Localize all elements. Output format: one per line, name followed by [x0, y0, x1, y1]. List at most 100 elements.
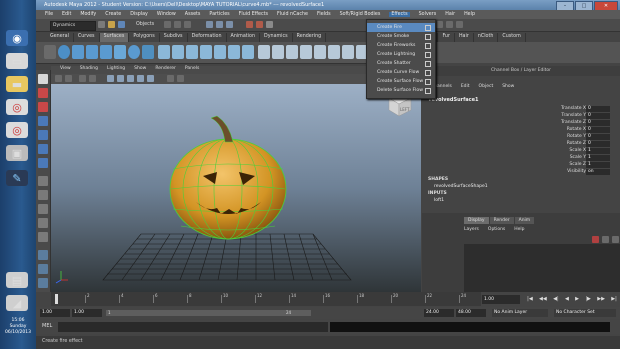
- option-box-icon[interactable]: [425, 61, 431, 67]
- option-box-icon[interactable]: [425, 34, 431, 40]
- network-icon[interactable]: ▤: [6, 272, 28, 288]
- menu-modify[interactable]: Modify: [80, 12, 96, 17]
- command-input[interactable]: [58, 322, 328, 332]
- viewport-menu-show[interactable]: Show: [134, 66, 146, 74]
- attr-rotate-x[interactable]: Rotate X0: [522, 127, 612, 134]
- time-slider[interactable]: 2 4 6 8 10 12 14 16 18 20 22 24: [51, 292, 481, 306]
- select-object-icon[interactable]: [174, 21, 181, 28]
- attr-rotate-z[interactable]: Rotate Z0: [522, 141, 612, 148]
- menu-edit[interactable]: Edit: [62, 12, 71, 17]
- layer-menu-layers[interactable]: Layers: [464, 227, 479, 232]
- planar-icon[interactable]: [186, 45, 198, 59]
- loft-icon[interactable]: [172, 45, 184, 59]
- shelf-tab-hair[interactable]: Hair: [455, 33, 474, 42]
- input-name[interactable]: loft1: [434, 198, 444, 203]
- current-time-marker[interactable]: [55, 294, 58, 304]
- intersect-icon[interactable]: [300, 45, 312, 59]
- command-language-label[interactable]: MEL: [42, 323, 52, 329]
- option-box-icon[interactable]: [425, 88, 431, 94]
- option-box-icon[interactable]: [425, 52, 431, 58]
- perspective-viewport[interactable]: LEFT: [51, 84, 421, 292]
- chrome-icon[interactable]: ◎: [6, 99, 28, 115]
- menu-item-create-fire[interactable]: Create Fire: [367, 23, 435, 32]
- layer-tab-display[interactable]: Display: [464, 217, 489, 224]
- playback-start-field[interactable]: 1.00: [72, 309, 102, 317]
- shelf-tab-rendering[interactable]: Rendering: [293, 33, 327, 42]
- menu-item-create-surface-flow[interactable]: Create Surface Flow: [367, 77, 435, 86]
- detach-surface-icon[interactable]: [342, 45, 354, 59]
- square-icon[interactable]: [242, 45, 254, 59]
- tool-settings-icon[interactable]: [446, 21, 453, 28]
- shelf-tab-dynamics[interactable]: Dynamics: [260, 33, 293, 42]
- rotate-tool-icon[interactable]: [38, 130, 48, 140]
- menu-particles[interactable]: Particles: [209, 12, 229, 17]
- project-curve-icon[interactable]: [314, 45, 326, 59]
- menu-item-delete-surface-flow[interactable]: Delete Surface Flow: [367, 86, 435, 95]
- attr-translate-y[interactable]: Translate Y0: [522, 113, 612, 120]
- attr-scale-y[interactable]: Scale Y1: [522, 155, 612, 162]
- select-tool-icon[interactable]: [38, 74, 48, 84]
- viewport-menu-shading[interactable]: Shading: [80, 66, 98, 74]
- menu-effects[interactable]: Effects: [389, 12, 410, 17]
- xray-icon[interactable]: [177, 75, 184, 82]
- camera-icon[interactable]: [55, 75, 62, 82]
- shape-name[interactable]: revolvedSurfaceShape1: [434, 184, 488, 189]
- menu-fields[interactable]: Fields: [317, 12, 331, 17]
- textured-icon[interactable]: [137, 75, 144, 82]
- step-forward-frame-button[interactable]: |▶: [585, 296, 591, 304]
- revolve-icon[interactable]: [158, 45, 170, 59]
- viewport-menu-renderer[interactable]: Renderer: [155, 66, 176, 74]
- step-forward-key-button[interactable]: ▶▶: [597, 296, 605, 304]
- move-tool-icon[interactable]: [38, 116, 48, 126]
- attr-visibility[interactable]: Visibility on: [522, 169, 612, 176]
- option-box-icon[interactable]: [425, 70, 431, 76]
- shelf-tab-fur[interactable]: Fur: [438, 33, 455, 42]
- nurbs-cylinder-icon[interactable]: [86, 45, 98, 59]
- channel-menu-object[interactable]: Object: [479, 84, 494, 92]
- attach-surface-icon[interactable]: [328, 45, 340, 59]
- attr-translate-x[interactable]: Translate X0: [522, 106, 612, 113]
- attr-rotate-y[interactable]: Rotate Y0: [522, 134, 612, 141]
- render-settings-icon[interactable]: [266, 21, 273, 28]
- mode-selector[interactable]: Dynamics: [50, 21, 96, 31]
- chrome-icon-2[interactable]: ◎: [6, 122, 28, 138]
- volume-icon[interactable]: ◢: [6, 295, 28, 311]
- menu-item-create-lightning[interactable]: Create Lightning: [367, 50, 435, 59]
- go-to-end-button[interactable]: ▶|: [611, 296, 617, 304]
- menu-solvers[interactable]: Solvers: [419, 12, 437, 17]
- menu-display[interactable]: Display: [130, 12, 148, 17]
- smooth-shade-icon[interactable]: [117, 75, 124, 82]
- nurbs-circle-icon[interactable]: [142, 45, 154, 59]
- play-forward-button[interactable]: ▶: [575, 296, 579, 304]
- layer-menu-help[interactable]: Help: [514, 227, 524, 232]
- new-layer-icon[interactable]: [592, 236, 599, 243]
- shelf-menu-icon[interactable]: [44, 45, 56, 59]
- shelf-tab-polygons[interactable]: Polygons: [129, 33, 160, 42]
- bevel-icon[interactable]: [258, 45, 270, 59]
- trim-icon[interactable]: [272, 45, 284, 59]
- menu-create[interactable]: Create: [105, 12, 121, 17]
- menu-help[interactable]: Help: [464, 12, 475, 17]
- attr-translate-z[interactable]: Translate Z0: [522, 120, 612, 127]
- character-set-selector[interactable]: No Character Set: [554, 309, 616, 317]
- menu-item-create-fireworks[interactable]: Create Fireworks: [367, 41, 435, 50]
- option-box-icon[interactable]: [425, 43, 431, 49]
- nurbs-sphere-icon[interactable]: [58, 45, 70, 59]
- channel-box-icon[interactable]: [456, 21, 463, 28]
- isolate-select-icon[interactable]: [167, 75, 174, 82]
- shelf-tab-subdivs[interactable]: Subdivs: [160, 33, 188, 42]
- paint-select-tool-icon[interactable]: [38, 102, 48, 112]
- attr-scale-x[interactable]: Scale X1: [522, 148, 612, 155]
- menu-item-create-shatter[interactable]: Create Shatter: [367, 59, 435, 68]
- layer-options-icon[interactable]: [612, 236, 619, 243]
- menu-window[interactable]: Window: [157, 12, 176, 17]
- snap-curve-icon[interactable]: [216, 21, 223, 28]
- start-orb-icon[interactable]: ◉: [6, 30, 28, 46]
- render-icon[interactable]: [246, 21, 253, 28]
- film-gate-icon[interactable]: [89, 75, 96, 82]
- computer-icon[interactable]: ▭: [6, 53, 28, 69]
- new-layer-selected-icon[interactable]: [602, 236, 609, 243]
- outliner-icon[interactable]: [38, 250, 48, 260]
- option-box-icon[interactable]: [425, 79, 431, 85]
- use-lights-icon[interactable]: [147, 75, 154, 82]
